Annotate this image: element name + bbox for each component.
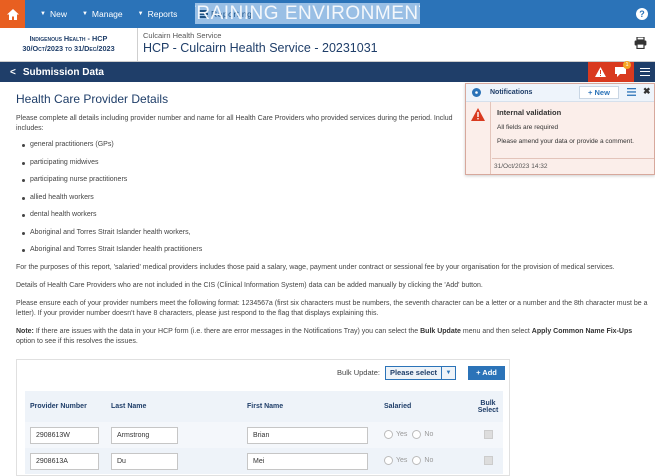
format-text: Please ensure each of your provider numb… <box>16 299 648 317</box>
salaried-no-radio[interactable]: No <box>412 429 433 439</box>
bulk-select-cell <box>473 455 503 467</box>
notifications-title: Notifications <box>490 89 533 96</box>
last-name-input[interactable]: Armstrong <box>111 426 178 444</box>
program-period-box: Indigenous Health - HCP 30/Oct/2023 to 3… <box>0 28 138 61</box>
reporting-period: 30/Oct/2023 to 31/Dec/2023 <box>22 44 115 53</box>
salaried-yes-radio[interactable]: Yes <box>384 429 407 439</box>
notifications-alert[interactable]: 1 <box>588 60 634 82</box>
warning-icon <box>471 108 485 121</box>
salaried-cell: Yes No <box>379 429 473 441</box>
cis-text: Details of Health Care Providers who are… <box>16 281 483 289</box>
print-button[interactable] <box>634 36 647 51</box>
radio-icon <box>412 455 422 465</box>
hamburger-icon <box>639 68 650 76</box>
first-name-input[interactable]: Brian <box>247 426 368 444</box>
radio-icon <box>384 429 393 439</box>
menu-button[interactable] <box>634 62 655 82</box>
bulk-select-checkbox[interactable] <box>483 455 493 465</box>
caret-down-icon: ▼ <box>81 11 88 17</box>
new-menu[interactable]: ▼ New <box>40 9 67 19</box>
provider-number-cell: 2908613W <box>25 426 106 444</box>
service-name: Culcairn Health Service <box>143 31 222 40</box>
table-body: 2908613W Armstrong Brian Yes No 2908613A Du Mei… <box>25 422 503 474</box>
list-item: participating nurse practitioners <box>22 175 648 185</box>
salaried-yes-radio[interactable]: Yes <box>384 455 407 465</box>
list-view-icon[interactable] <box>627 88 636 98</box>
close-icon[interactable]: ✖ <box>643 86 651 97</box>
list-item: Aboriginal and Torres Strait Islander he… <box>22 245 648 255</box>
salaried-no-radio[interactable]: No <box>412 455 433 465</box>
notification-line1: All fields are required <box>497 124 559 131</box>
bulk-update-label: Bulk Update: <box>337 368 380 377</box>
provider-number-input[interactable]: 2908613W <box>30 426 99 444</box>
first-name-cell: Mei <box>242 452 379 470</box>
bulk-update-select[interactable]: Please select ▼ <box>385 365 456 380</box>
notification-date: 31/Oct/2023 14:32 <box>492 158 654 170</box>
providers-panel: Bulk Update: Please select ▼ + Add Provi… <box>16 359 510 476</box>
list-item: dental health workers <box>22 210 648 220</box>
home-icon <box>6 8 19 20</box>
page-title: Health Care Provider Details <box>16 92 169 106</box>
caret-down-icon: ▼ <box>40 11 46 17</box>
submission-title: Submission Data <box>22 66 104 78</box>
comment-icon: 1 <box>614 60 631 79</box>
header-provider-number: Provider Number <box>30 403 87 410</box>
caret-down-icon: ▼ <box>441 366 455 379</box>
form-title: HCP - Culcairn Health Service - 20231031 <box>143 41 378 55</box>
notification-count-badge: 1 <box>623 60 631 69</box>
home-button[interactable] <box>0 0 25 28</box>
salaried-text: For the purposes of this report, 'salari… <box>16 263 615 271</box>
notification-title: Internal validation <box>497 108 562 117</box>
help-icon[interactable]: ? <box>636 8 648 20</box>
provider-number-cell: 2908613A <box>25 452 106 470</box>
new-notification-button[interactable]: + New <box>579 86 619 99</box>
header-bulk-select: Bulk Select <box>477 399 499 414</box>
reports-menu[interactable]: ▼ Reports <box>138 9 178 19</box>
notification-warning <box>466 102 491 174</box>
notification-text: Internal validation All fields are requi… <box>497 108 634 152</box>
environment-label: TRAINING ENVIRONMENT <box>195 3 420 24</box>
first-name-input[interactable]: Mei <box>247 452 368 470</box>
list-item: allied health workers <box>22 193 648 203</box>
bulk-select-cell <box>473 429 503 441</box>
program-name: Indigenous Health - HCP <box>29 34 108 43</box>
radio-icon <box>412 429 422 439</box>
table-row: 2908613W Armstrong Brian Yes No <box>25 422 503 448</box>
notification-item[interactable]: Internal validation All fields are requi… <box>466 102 654 174</box>
caret-down-icon: ▼ <box>137 11 144 17</box>
header-salaried: Salaried <box>384 403 412 410</box>
notifications-header: Notifications + New ✖ <box>466 84 654 102</box>
table-header: Provider Number Last Name First Name Sal… <box>25 391 503 422</box>
bulk-update-row: Bulk Update: Please select ▼ + Add <box>17 360 511 385</box>
manage-menu[interactable]: ▼ Manage <box>82 9 123 19</box>
notifications-tray: Notifications + New ✖ Internal validatio… <box>465 83 655 175</box>
add-button[interactable]: + Add <box>468 365 505 380</box>
header-first-name: First Name <box>247 403 284 410</box>
provider-number-input[interactable]: 2908613A <box>30 452 99 470</box>
note-text: Note: If there are issues with the data … <box>16 327 633 345</box>
warning-icon <box>595 67 606 77</box>
table-row: 2908613A Du Mei Yes No <box>25 448 503 474</box>
bulk-select-checkbox[interactable] <box>483 429 493 439</box>
settings-icon[interactable] <box>472 88 481 97</box>
last-name-input[interactable]: Du <box>111 452 178 470</box>
organisation-header: Indigenous Health - HCP 30/Oct/2023 to 3… <box>0 28 655 62</box>
back-chevron-icon[interactable]: < <box>10 67 16 78</box>
submission-data-bar: < Submission Data 1 <box>0 60 655 82</box>
top-navigation-bar: ▼ New ▼ Manage ▼ Reports Reporting TRAINING… <box>0 0 655 28</box>
providers-table: Provider Number Last Name First Name Sal… <box>25 391 503 474</box>
radio-icon <box>384 455 393 465</box>
last-name-cell: Du <box>106 452 242 470</box>
printer-icon <box>634 36 647 50</box>
training-environment-banner: Reporting TRAINING ENVIRONMENT <box>195 3 420 24</box>
list-item: Aboriginal and Torres Strait Islander he… <box>22 228 648 238</box>
salaried-cell: Yes No <box>379 455 473 467</box>
notification-line2: Please amend your data or provide a comm… <box>497 138 634 145</box>
first-name-cell: Brian <box>242 426 379 444</box>
last-name-cell: Armstrong <box>106 426 242 444</box>
header-last-name: Last Name <box>111 403 147 410</box>
